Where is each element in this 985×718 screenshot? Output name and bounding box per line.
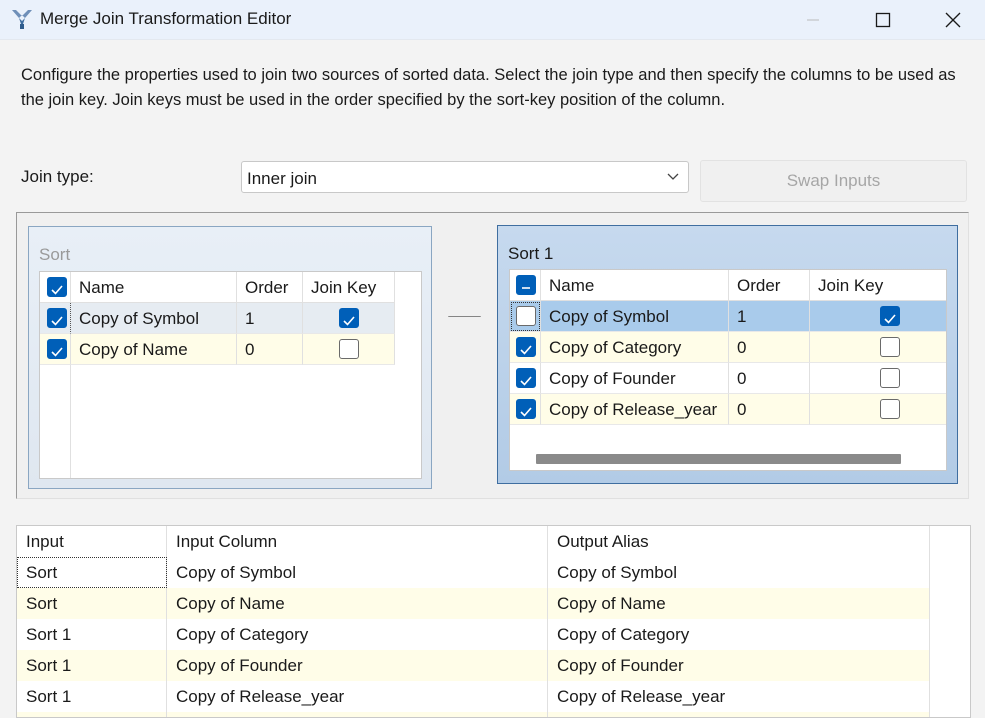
swap-inputs-button[interactable]: Swap Inputs [700,160,967,202]
column-name-cell: Copy of Category [541,332,729,363]
table-row[interactable]: Sort Copy of Symbol Copy of Symbol [17,557,930,588]
column-name-cell: Copy of Release_year [541,394,729,425]
join-key-checkbox[interactable] [880,368,900,388]
join-key-checkbox[interactable] [339,339,359,359]
join-type-select[interactable]: Inner join [241,161,689,193]
close-button[interactable] [918,0,985,40]
join-key-checkbox[interactable] [880,306,900,326]
input-column-cell[interactable]: Copy of Founder [167,650,548,681]
column-include-checkbox[interactable] [516,368,536,388]
description-text: Configure the properties used to join tw… [21,66,956,109]
column-header-order[interactable]: Order [237,272,303,303]
column-include-checkbox[interactable] [516,306,536,326]
window-title: Merge Join Transformation Editor [40,9,292,28]
input-column-cell[interactable]: Copy of Category [167,619,548,650]
column-include-checkbox[interactable] [47,308,67,328]
column-include-checkbox[interactable] [516,337,536,357]
title-bar: Merge Join Transformation Editor [0,0,985,40]
table-row[interactable]: Sort 1 Copy of Founder Copy of Founder [17,650,930,681]
column-order-cell: 0 [729,363,810,394]
checkmark-icon [520,376,532,386]
output-alias-cell[interactable]: Copy of Category [548,619,930,650]
column-name-cell: Copy of Name [71,334,237,365]
join-key-checkbox[interactable] [880,399,900,419]
column-name-cell: Copy of Symbol [541,301,729,332]
output-alias-cell[interactable]: Copy of Release_year [548,681,930,712]
right-input-panel[interactable]: Sort 1 Name Order Join Key Copy of Symbo… [497,225,958,484]
chevron-down-icon [667,173,679,180]
column-order-cell: 1 [729,301,810,332]
column-order-cell: 0 [729,394,810,425]
table-row[interactable]: Copy of Symbol 1 [40,303,395,334]
column-order-cell: 0 [237,334,303,365]
grid-header: Name Order Join Key [40,272,421,303]
grid-divider [70,365,71,478]
left-input-title: Sort [39,245,71,264]
table-row[interactable]: Sort 1 Copy of Release_year Copy of Rele… [17,681,930,712]
minimize-icon [807,19,819,21]
checkmark-icon [520,407,532,417]
horizontal-scrollbar[interactable] [536,454,901,464]
column-header-join-key[interactable]: Join Key [810,270,946,301]
output-columns-grid: Input Input Column Output Alias Sort Cop… [16,525,971,718]
checkmark-icon [51,285,63,295]
input-column-cell[interactable]: Copy of Name [167,588,548,619]
select-all-checkbox[interactable] [516,275,536,295]
indeterminate-icon [522,287,530,289]
merge-join-app-icon [12,10,32,29]
column-order-cell: 0 [729,332,810,363]
column-header-input[interactable]: Input [17,526,167,557]
checkmark-icon [884,314,896,324]
grid-header: Name Order Join Key [510,270,946,301]
maximize-button[interactable] [848,0,918,40]
column-header-output-alias[interactable]: Output Alias [548,526,930,557]
join-key-checkbox[interactable] [880,337,900,357]
right-input-title: Sort 1 [508,244,554,263]
join-type-value: Inner join [247,169,317,188]
input-cell[interactable]: Sort 1 [17,619,167,650]
table-row[interactable]: Sort 1 Copy of Category Copy of Category [17,619,930,650]
input-column-cell[interactable]: Copy of Release_year [167,681,548,712]
minimize-button[interactable] [778,0,848,40]
left-columns-grid: Name Order Join Key Copy of Symbol 1 Cop… [39,271,422,479]
select-all-checkbox[interactable] [47,277,67,297]
column-header-order[interactable]: Order [729,270,810,301]
join-key-checkbox[interactable] [339,308,359,328]
column-name-cell: Copy of Founder [541,363,729,394]
close-icon [945,12,961,28]
input-cell[interactable]: Sort 1 [17,681,167,712]
maximize-icon [875,12,891,28]
join-type-label: Join type: [21,167,94,186]
checkmark-icon [520,345,532,355]
column-header-input-column[interactable]: Input Column [167,526,548,557]
output-alias-cell[interactable]: Copy of Founder [548,650,930,681]
column-include-checkbox[interactable] [516,399,536,419]
table-row[interactable]: Copy of Name 0 [40,334,395,365]
column-header-name[interactable]: Name [541,270,729,301]
table-row[interactable]: Sort Copy of Name Copy of Name [17,588,930,619]
table-row[interactable]: Copy of Founder 0 [510,363,946,394]
column-order-cell: 1 [237,303,303,334]
right-columns-grid: Name Order Join Key Copy of Symbol 1 Cop… [509,269,947,471]
checkmark-icon [343,316,355,326]
table-row[interactable]: Copy of Symbol 1 [510,301,946,332]
join-connector-line [448,316,481,317]
input-cell[interactable]: Sort [17,557,167,588]
table-row[interactable]: Copy of Release_year 0 [510,394,946,425]
output-alias-cell[interactable]: Copy of Symbol [548,557,930,588]
column-include-checkbox[interactable] [47,339,67,359]
checkmark-icon [51,347,63,357]
column-header-join-key[interactable]: Join Key [303,272,395,303]
left-input-panel[interactable]: Sort Name Order Join Key Copy of Symbol … [28,226,432,489]
table-row[interactable]: Copy of Category 0 [510,332,946,363]
table-row[interactable] [17,712,930,717]
output-alias-cell[interactable]: Copy of Name [548,588,930,619]
input-cell[interactable]: Sort [17,588,167,619]
checkmark-icon [51,316,63,326]
input-cell[interactable]: Sort 1 [17,650,167,681]
input-column-cell[interactable]: Copy of Symbol [167,557,548,588]
column-name-cell: Copy of Symbol [71,303,237,334]
column-header-name[interactable]: Name [71,272,237,303]
grid-header: Input Input Column Output Alias [17,526,970,557]
